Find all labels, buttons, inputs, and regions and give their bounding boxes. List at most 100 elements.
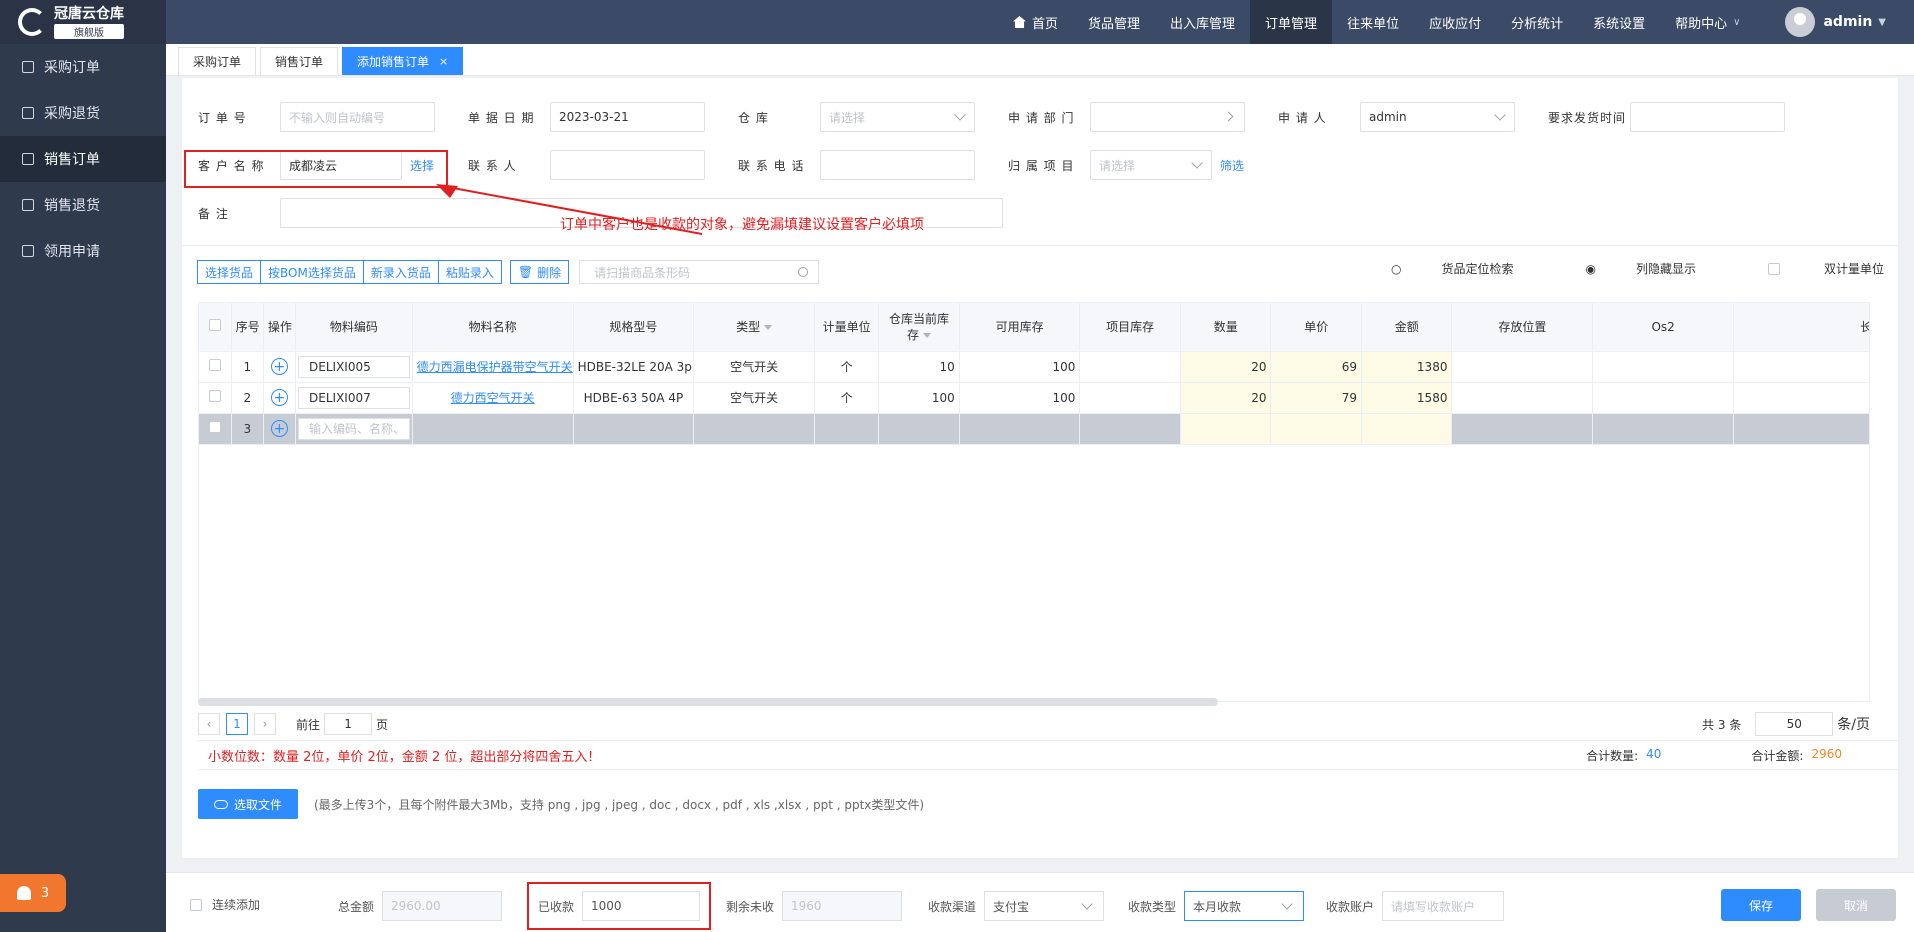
location-cell[interactable]	[1451, 382, 1594, 414]
material-code-input[interactable]: DELIXI005	[298, 355, 411, 378]
row-checkbox[interactable]	[208, 359, 221, 371]
sort-icon[interactable]	[923, 332, 932, 338]
choose-file-button[interactable]: 选取文件	[198, 789, 298, 819]
material-code-input[interactable]: DELIXI007	[298, 386, 411, 409]
goods-table: 序号 操作 物料编码 物料名称 规格型号 类型 计量单位 仓库当前库存 可用库存…	[198, 302, 1870, 702]
add-row-icon[interactable]: +	[270, 389, 288, 406]
chevron-down-icon	[1191, 157, 1203, 169]
new-goods-button[interactable]: 新录入货品	[362, 260, 439, 284]
header-label: 类型	[736, 320, 761, 335]
applicant-select[interactable]: admin	[1360, 102, 1515, 132]
nav-help[interactable]: 帮助中心 ∨	[1660, 0, 1755, 44]
unit-cell: 个	[814, 351, 880, 383]
select-goods-button[interactable]: 选择货品	[197, 260, 262, 284]
cancel-button[interactable]: 取消	[1816, 889, 1896, 921]
location-cell[interactable]	[1451, 351, 1594, 383]
channel-select[interactable]: 支付宝	[984, 891, 1105, 921]
qty-cell[interactable]: 20	[1180, 382, 1272, 414]
column-header[interactable]: 类型	[693, 303, 815, 352]
column-header[interactable]: 仓库当前库存	[878, 303, 960, 352]
nav-partners[interactable]: 往来单位	[1332, 0, 1414, 44]
dept-select[interactable]	[1090, 102, 1245, 132]
locate-goods-button[interactable]: ○ 货品定位检索	[1355, 260, 1514, 277]
project-select[interactable]: 请选择	[1090, 150, 1212, 180]
table-row[interactable]: 2 + DELIXI007 德力西空气开关 HDBE-63 50A 4P 空气开…	[199, 382, 1869, 414]
price-cell[interactable]: 79	[1270, 382, 1362, 414]
save-button[interactable]: 保存	[1721, 889, 1801, 921]
sort-icon[interactable]	[764, 325, 773, 331]
sidebar-item-purchase-return[interactable]: 采购退货	[0, 90, 166, 136]
project-filter-link[interactable]: 筛选	[1220, 157, 1244, 174]
os2-cell[interactable]	[1592, 351, 1735, 383]
next-page-button[interactable]: ›	[254, 713, 276, 735]
ship-time-input[interactable]	[1630, 102, 1785, 132]
dual-unit-toggle[interactable]: 双计量单位	[1732, 260, 1884, 277]
delete-button[interactable]: 🗑 删除	[509, 260, 570, 284]
nav-label: 系统设置	[1593, 16, 1646, 32]
prev-page-button[interactable]: ‹	[198, 713, 220, 735]
row-checkbox[interactable]	[208, 390, 221, 402]
order-no-input[interactable]: 不输入则自动编号	[280, 102, 435, 132]
nav-inout[interactable]: 出入库管理	[1155, 0, 1250, 44]
account-input[interactable]: 请填写收款账户	[1382, 891, 1505, 921]
hide-columns-button[interactable]: ◉ 列隐藏显示	[1549, 260, 1696, 277]
total-amount: 2960	[1811, 746, 1842, 761]
select-all-checkbox[interactable]	[208, 319, 221, 332]
row-checkbox[interactable]	[208, 421, 221, 433]
nav-receivable[interactable]: 应收应付	[1414, 0, 1496, 44]
nav-goods[interactable]: 货品管理	[1073, 0, 1155, 44]
logo[interactable]: 冠唐云仓库 旗舰版	[0, 0, 166, 44]
qty-cell[interactable]	[1180, 413, 1272, 445]
checkbox[interactable]	[190, 898, 202, 911]
tab-purchase-order[interactable]: 采购订单	[178, 47, 257, 75]
qty-cell[interactable]: 20	[1180, 351, 1272, 383]
add-row-icon[interactable]: +	[270, 420, 288, 437]
alarm-button[interactable]: 3	[0, 874, 66, 912]
user-menu[interactable]: admin ▼	[1755, 0, 1914, 44]
tab-sales-order[interactable]: 销售订单	[260, 47, 339, 75]
sidebar-item-requisition[interactable]: 领用申请	[0, 228, 166, 274]
length-cell[interactable]	[1733, 382, 1869, 414]
row-index: 3	[231, 413, 264, 445]
page-size-select[interactable]: 50	[1755, 712, 1834, 736]
os2-cell[interactable]	[1592, 382, 1735, 414]
length-cell[interactable]	[1733, 351, 1869, 383]
material-code-input[interactable]: 输入编码、名称、	[298, 417, 411, 440]
continue-add-toggle[interactable]: 连续添加	[190, 896, 260, 913]
close-icon[interactable]: ×	[439, 55, 448, 68]
add-row-icon[interactable]: +	[270, 358, 288, 375]
page-number[interactable]: 1	[226, 713, 248, 735]
date-input[interactable]: 2023-03-21	[550, 102, 705, 132]
nav-orders[interactable]: 订单管理	[1250, 0, 1333, 44]
select-bom-button[interactable]: 按BOM选择货品	[260, 260, 364, 284]
nav-settings[interactable]: 系统设置	[1578, 0, 1660, 44]
amount-cell[interactable]	[1361, 413, 1453, 445]
payment-type-select[interactable]: 本月收款	[1184, 891, 1305, 921]
goto-page-input[interactable]: 1	[324, 713, 373, 735]
barcode-scan-input[interactable]: 请扫描商品条形码	[579, 260, 820, 284]
warehouse-select[interactable]: 请选择	[820, 102, 975, 132]
sidebar-item-purchase-order[interactable]: 采购订单	[0, 44, 166, 90]
contact-input[interactable]	[550, 150, 705, 180]
material-name-link[interactable]: 德力西空气开关	[451, 391, 535, 405]
total-amount-input: 2960.00	[382, 891, 503, 921]
price-cell[interactable]: 69	[1270, 351, 1362, 383]
checkbox[interactable]	[1767, 262, 1780, 275]
phone-input[interactable]	[820, 150, 975, 180]
tab-add-sales-order[interactable]: 添加销售订单 ×	[342, 47, 464, 75]
amount-cell[interactable]: 1580	[1361, 382, 1453, 414]
table-row-new[interactable]: 3 + 输入编码、名称、	[199, 413, 1869, 445]
amount-cell[interactable]: 1380	[1361, 351, 1453, 383]
horizontal-scrollbar[interactable]	[198, 698, 1218, 706]
sidebar-item-sales-return[interactable]: 销售退货	[0, 182, 166, 228]
received-input[interactable]: 1000	[582, 891, 701, 921]
select-all-cell[interactable]	[199, 303, 232, 352]
paste-entry-button[interactable]: 粘贴录入	[437, 260, 502, 284]
pagination: ‹ 1 › 前往 1 页 共 3 条 50 条/页	[198, 710, 1870, 738]
price-cell[interactable]	[1270, 413, 1362, 445]
sidebar-item-sales-order[interactable]: 销售订单	[0, 136, 166, 182]
nav-analytics[interactable]: 分析统计	[1496, 0, 1578, 44]
table-row[interactable]: 1 + DELIXI005 德力西漏电保护器带空气开关 HDBE-32LE 20…	[199, 351, 1869, 383]
nav-home[interactable]: 首页	[998, 0, 1073, 44]
material-name-link[interactable]: 德力西漏电保护器带空气开关	[417, 360, 572, 374]
